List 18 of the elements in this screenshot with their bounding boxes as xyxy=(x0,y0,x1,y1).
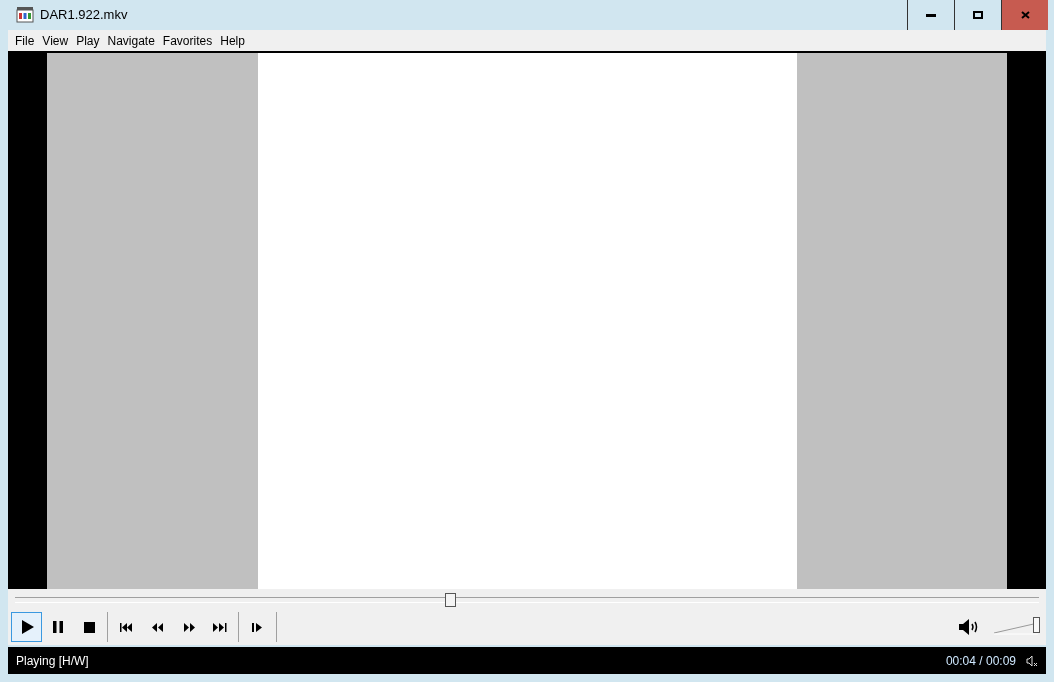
minimize-icon xyxy=(926,13,936,17)
time-display: 00:04 / 00:09 xyxy=(945,652,1016,670)
app-icon xyxy=(16,7,34,23)
menu-item[interactable]: Favorites xyxy=(159,31,216,50)
window-title: DAR1.922.mkv xyxy=(40,6,128,25)
mute-icon[interactable] xyxy=(1026,654,1038,667)
menu-item[interactable]: Navigate xyxy=(104,31,158,50)
menu-item[interactable]: View xyxy=(39,31,72,50)
status-text: Playing [H/W] xyxy=(16,652,89,670)
menu-item[interactable]: Help xyxy=(217,31,248,50)
seek-thumb[interactable] xyxy=(445,593,457,607)
close-icon xyxy=(1020,11,1030,19)
volume-slider[interactable] xyxy=(994,617,1040,637)
play-button[interactable] xyxy=(11,612,42,642)
volume-thumb[interactable] xyxy=(1033,617,1040,633)
maximize-icon xyxy=(973,11,983,19)
menu-item[interactable]: File xyxy=(12,31,38,50)
menu-item[interactable]: Play xyxy=(73,31,103,50)
